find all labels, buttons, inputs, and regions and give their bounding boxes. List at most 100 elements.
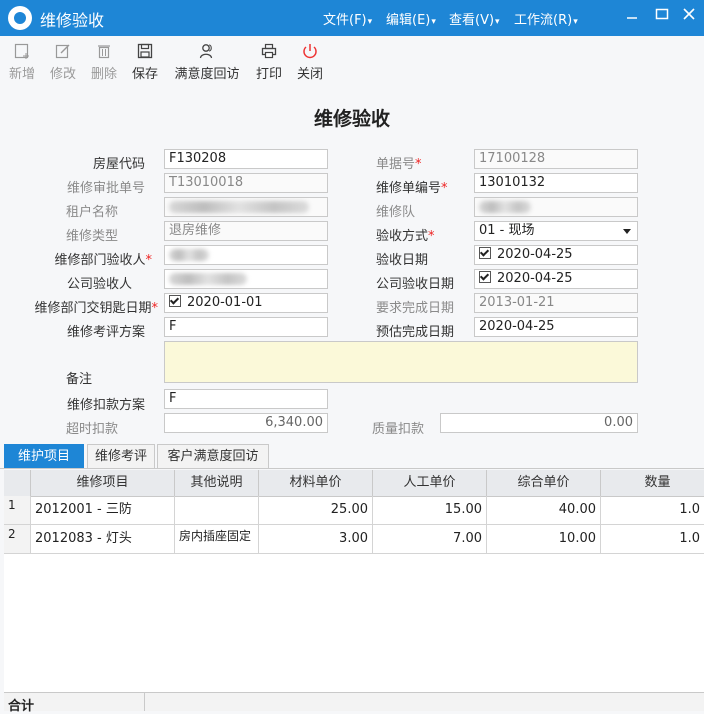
menu-file[interactable]: 文件(F)▾	[323, 9, 372, 28]
menu-workflow[interactable]: 工作流(R)▾	[514, 9, 578, 28]
key-handover-date-label: 维修部门交钥匙日期*	[34, 301, 158, 316]
accept-method-select[interactable]: 01 - 现场	[474, 221, 638, 241]
app-logo-icon	[8, 6, 32, 30]
cell-labor[interactable]: 7.00	[373, 525, 487, 553]
minimize-icon[interactable]	[622, 6, 642, 26]
accept-date-field[interactable]: 2020-04-25	[474, 245, 638, 265]
quality-deduction-field[interactable]: 0.00	[440, 413, 638, 433]
doc-no-label: 单据号*	[376, 157, 422, 172]
grid-header: 维修项目 其他说明 材料单价 人工单价 综合单价 数量	[4, 470, 704, 497]
company-acceptor-label: 公司验收人	[66, 277, 132, 292]
satisfaction-visit-button[interactable]: 满意度回访	[173, 42, 241, 82]
deduction-plan-label: 维修扣款方案	[66, 398, 145, 413]
window-title: 维修验收	[40, 11, 105, 30]
house-code-field[interactable]: F130208	[164, 149, 328, 169]
users-icon	[199, 44, 213, 59]
tab-maintenance-items[interactable]: 维护项目	[4, 444, 84, 468]
tab-evaluation[interactable]: 维修考评	[87, 444, 155, 468]
save-button[interactable]: 保存	[131, 42, 159, 82]
company-accept-date-label: 公司验收日期	[376, 277, 455, 292]
cell-material[interactable]: 3.00	[259, 525, 373, 553]
accept-method-label: 验收方式*	[376, 229, 435, 244]
required-finish-date-field[interactable]: 2013-01-21	[474, 293, 638, 313]
team-label: 维修队	[376, 205, 416, 220]
accept-date-checkbox[interactable]	[479, 247, 491, 259]
cell-total[interactable]: 40.00	[487, 496, 601, 524]
key-handover-date-checkbox[interactable]	[169, 295, 181, 307]
evaluation-plan-field[interactable]: F	[164, 317, 328, 337]
printer-icon	[261, 43, 277, 59]
cell-qty[interactable]: 1.0	[601, 496, 704, 524]
approval-no-field[interactable]: T13010018	[164, 173, 328, 193]
col-header-material[interactable]: 材料单价	[259, 470, 373, 496]
overtime-deduction-field[interactable]: 6,340.00	[164, 413, 328, 433]
dept-acceptor-field[interactable]	[164, 245, 328, 265]
power-icon	[303, 44, 317, 59]
maximize-icon[interactable]	[652, 6, 672, 26]
required-finish-date-label: 要求完成日期	[376, 301, 455, 316]
row-number: 2	[4, 525, 31, 553]
house-code-label: 房屋代码	[92, 157, 145, 172]
chevron-down-icon	[623, 229, 631, 234]
delete-button[interactable]: 删除	[90, 42, 118, 82]
remark-label: 备注	[65, 372, 92, 387]
table-row[interactable]: 1 2012001 - 三防 25.00 15.00 40.00 1.0	[4, 496, 704, 525]
quality-deduction-label: 质量扣款	[372, 422, 425, 437]
footer-total-label: 合计	[8, 699, 35, 714]
remark-textarea[interactable]	[164, 341, 638, 383]
repair-type-field[interactable]: 退房维修	[164, 221, 328, 241]
col-header-total[interactable]: 综合单价	[487, 470, 601, 496]
cell-item[interactable]: 2012001 - 三防	[31, 496, 175, 524]
tenant-field[interactable]	[164, 197, 328, 217]
col-header-item[interactable]: 维修项目	[31, 470, 175, 496]
row-number: 1	[4, 496, 31, 524]
doc-no-field[interactable]: 17100128	[474, 149, 638, 169]
new-button[interactable]: 新增	[8, 42, 36, 82]
grid-footer: 合计	[4, 692, 704, 714]
col-header-qty[interactable]: 数量	[601, 470, 704, 496]
cell-item[interactable]: 2012083 - 灯头	[31, 525, 175, 553]
items-grid: 维修项目 其他说明 材料单价 人工单价 综合单价 数量 1 2012001 - …	[4, 470, 704, 710]
estimated-finish-date-field[interactable]: 2020-04-25	[474, 317, 638, 337]
tab-satisfaction-visit[interactable]: 客户满意度回访	[157, 444, 269, 468]
title-bar: 维修验收 文件(F)▾ 编辑(E)▾ 查看(V)▾ 工作流(R)▾	[0, 0, 704, 36]
form-title: 维修验收	[313, 108, 390, 130]
cell-material[interactable]: 25.00	[259, 496, 373, 524]
cell-note[interactable]	[175, 496, 259, 524]
col-header-labor[interactable]: 人工单价	[373, 470, 487, 496]
deduction-plan-field[interactable]: F	[164, 389, 328, 409]
table-row[interactable]: 2 2012083 - 灯头 房内插座固定 3.00 7.00 10.00 1.…	[4, 525, 704, 554]
trash-icon	[98, 45, 110, 59]
edit-button[interactable]: 修改	[49, 42, 77, 82]
company-acceptor-field[interactable]	[164, 269, 328, 289]
edit-icon	[55, 44, 70, 59]
repair-no-label: 维修单编号*	[376, 181, 448, 196]
close-window-icon[interactable]	[679, 6, 699, 26]
approval-no-label: 维修审批单号	[66, 181, 145, 196]
estimated-finish-date-label: 预估完成日期	[376, 325, 455, 340]
key-handover-date-field[interactable]: 2020-01-01	[164, 293, 328, 313]
team-field[interactable]	[474, 197, 638, 217]
row-number-header	[4, 470, 31, 496]
menu-edit[interactable]: 编辑(E)▾	[386, 9, 436, 28]
cell-note[interactable]: 房内插座固定	[175, 525, 259, 553]
close-button[interactable]: 关闭	[296, 42, 324, 82]
repair-no-field[interactable]: 13010132	[474, 173, 638, 193]
dept-acceptor-label: 维修部门验收人*	[54, 253, 152, 268]
overtime-deduction-label: 超时扣款	[65, 422, 118, 437]
new-icon	[14, 43, 29, 59]
print-button[interactable]: 打印	[255, 42, 283, 82]
menu-view[interactable]: 查看(V)▾	[449, 9, 500, 28]
toolbar: 新增 修改 删除 保存 满意度回访 打印 关闭	[0, 36, 704, 90]
evaluation-plan-label: 维修考评方案	[66, 325, 145, 340]
accept-date-label: 验收日期	[376, 253, 429, 268]
cell-qty[interactable]: 1.0	[601, 525, 704, 553]
save-icon	[137, 43, 153, 59]
company-accept-date-checkbox[interactable]	[479, 271, 491, 283]
col-header-note[interactable]: 其他说明	[175, 470, 259, 496]
cell-total[interactable]: 10.00	[487, 525, 601, 553]
tenant-label: 租户名称	[65, 205, 118, 220]
repair-type-label: 维修类型	[65, 229, 118, 244]
cell-labor[interactable]: 15.00	[373, 496, 487, 524]
company-accept-date-field[interactable]: 2020-04-25	[474, 269, 638, 289]
